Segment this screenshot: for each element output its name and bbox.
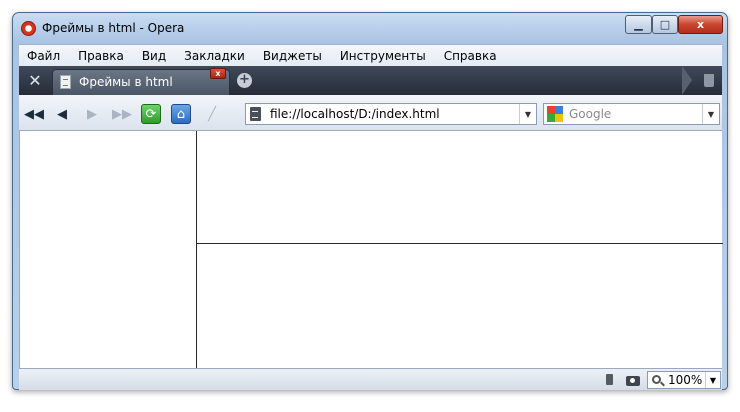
- tab-close-icon[interactable]: x: [210, 68, 226, 79]
- tools-icon[interactable]: ✕: [19, 66, 51, 95]
- menu-bar: Файл Правка Вид Закладки Виджеты Инструм…: [19, 44, 722, 66]
- window-title: Фреймы в html - Opera: [42, 21, 185, 35]
- address-toolbar: ◀◀ ◀ ▶ ▶▶ ⟳ ⌂ ╱ file://localhost/D:/inde…: [19, 95, 722, 131]
- reload-button[interactable]: ⟳: [141, 104, 161, 124]
- page-icon: [60, 75, 71, 89]
- page-content: [19, 131, 723, 368]
- google-icon[interactable]: [547, 106, 563, 122]
- zoom-level: 100%: [668, 373, 703, 387]
- minimize-button[interactable]: ▁: [625, 15, 652, 34]
- trash-icon[interactable]: [699, 70, 719, 91]
- menu-widgets[interactable]: Виджеты: [254, 49, 331, 63]
- address-url[interactable]: file://localhost/D:/index.html: [270, 107, 440, 121]
- turbo-icon[interactable]: [601, 373, 617, 387]
- frame-bottom-right[interactable]: [197, 244, 723, 368]
- edit-icon[interactable]: ╱: [201, 103, 223, 125]
- address-dropdown-icon[interactable]: ▼: [519, 104, 536, 124]
- menu-help[interactable]: Справка: [435, 49, 506, 63]
- home-button[interactable]: ⌂: [171, 104, 191, 124]
- address-field[interactable]: file://localhost/D:/index.html ▼: [245, 103, 537, 125]
- search-placeholder[interactable]: Google: [569, 107, 611, 121]
- tab-bar-arrow-icon: [682, 66, 692, 95]
- page-icon: [250, 107, 261, 121]
- forward-button[interactable]: ▶: [81, 103, 103, 125]
- tab-bar: ✕ Фреймы в html x +: [19, 66, 722, 95]
- zoom-dropdown-icon[interactable]: ▼: [705, 372, 720, 388]
- magnifier-icon: [652, 375, 661, 384]
- maximize-button[interactable]: □: [652, 15, 678, 34]
- browser-window: Фреймы в html - Opera ▁ □ x Файл Правка …: [12, 12, 728, 390]
- search-field[interactable]: Google ▼: [543, 103, 720, 125]
- menu-file[interactable]: Файл: [19, 49, 69, 63]
- tab-active[interactable]: Фреймы в html x: [52, 68, 230, 95]
- menu-view[interactable]: Вид: [133, 49, 175, 63]
- close-window-button[interactable]: x: [678, 15, 723, 34]
- menu-tools[interactable]: Инструменты: [331, 49, 435, 63]
- frame-left[interactable]: [20, 131, 197, 368]
- rewind-button[interactable]: ◀◀: [23, 103, 45, 125]
- tab-label: Фреймы в html: [79, 75, 173, 89]
- search-dropdown-icon[interactable]: ▼: [702, 104, 719, 124]
- menu-bookmarks[interactable]: Закладки: [175, 49, 254, 63]
- frame-top-right[interactable]: [197, 131, 723, 244]
- fast-forward-button[interactable]: ▶▶: [111, 103, 133, 125]
- menu-edit[interactable]: Правка: [69, 49, 133, 63]
- title-bar[interactable]: Фреймы в html - Opera ▁ □ x: [13, 13, 727, 43]
- back-button[interactable]: ◀: [51, 103, 73, 125]
- zoom-control[interactable]: 100% ▼: [647, 371, 721, 389]
- new-tab-icon[interactable]: +: [237, 73, 252, 88]
- status-bar: 100% ▼: [19, 368, 722, 390]
- camera-icon[interactable]: [625, 373, 641, 387]
- opera-logo-icon[interactable]: [21, 21, 36, 36]
